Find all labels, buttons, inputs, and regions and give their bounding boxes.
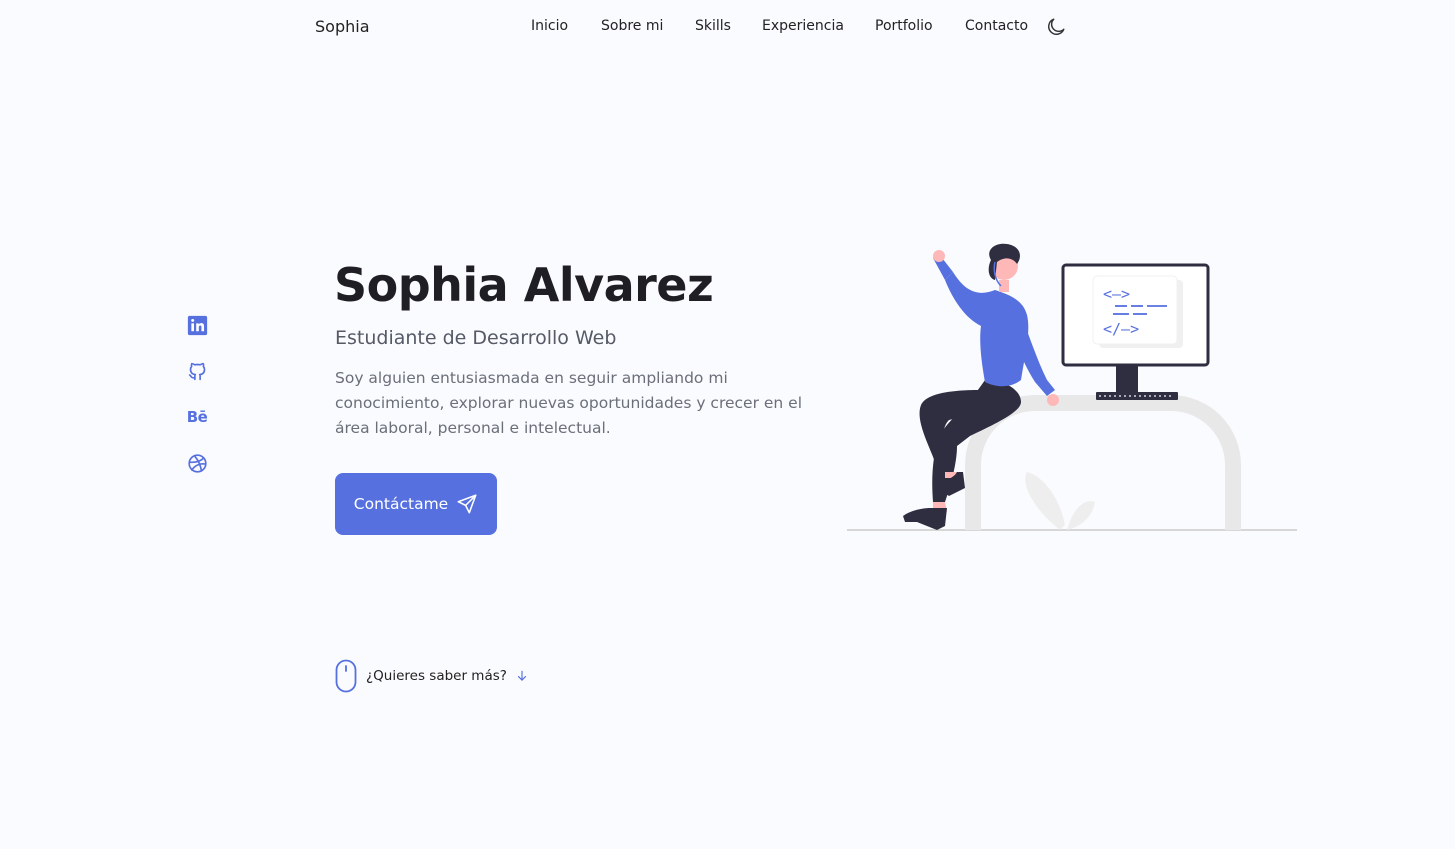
hero-title: Sophia Alvarez <box>334 258 714 312</box>
theme-toggle-moon-icon[interactable] <box>1045 16 1067 38</box>
hero-description: Soy alguien entusiasmada en seguir ampli… <box>335 369 803 437</box>
hero-subtitle: Estudiante de Desarrollo Web <box>335 327 617 349</box>
send-icon <box>457 494 477 514</box>
hero-illustration: <—> </—> <box>847 243 1297 531</box>
linkedin-icon[interactable] <box>186 314 208 336</box>
github-icon[interactable] <box>186 360 208 382</box>
svg-text:</—>: </—> <box>1103 320 1139 338</box>
contact-button-label: Contáctame <box>353 495 449 513</box>
contact-button[interactable]: Contáctame <box>335 473 497 535</box>
dribbble-icon[interactable] <box>186 452 208 474</box>
site-header: Sophia Inicio Sobre mi Skills Experienci… <box>0 0 1455 55</box>
scroll-label: ¿Quieres saber más? <box>366 668 507 684</box>
svg-text:<—>: <—> <box>1103 285 1130 303</box>
nav-link-inicio[interactable]: Inicio <box>531 18 568 34</box>
arrow-down-icon <box>517 670 527 681</box>
plant-silhouette <box>1025 472 1095 530</box>
nav-link-experiencia[interactable]: Experiencia <box>762 18 844 34</box>
mouse-icon <box>335 659 357 693</box>
site-logo[interactable]: Sophia <box>315 17 370 36</box>
behance-label: Bē <box>186 408 208 426</box>
nav-link-sobre-mi[interactable]: Sobre mi <box>601 18 663 34</box>
scroll-down-link[interactable]: ¿Quieres saber más? <box>335 659 529 693</box>
nav-link-contacto[interactable]: Contacto <box>965 18 1028 34</box>
nav-link-skills[interactable]: Skills <box>695 18 731 34</box>
behance-icon[interactable]: Bē <box>186 406 208 428</box>
nav-link-portfolio[interactable]: Portfolio <box>875 18 933 34</box>
